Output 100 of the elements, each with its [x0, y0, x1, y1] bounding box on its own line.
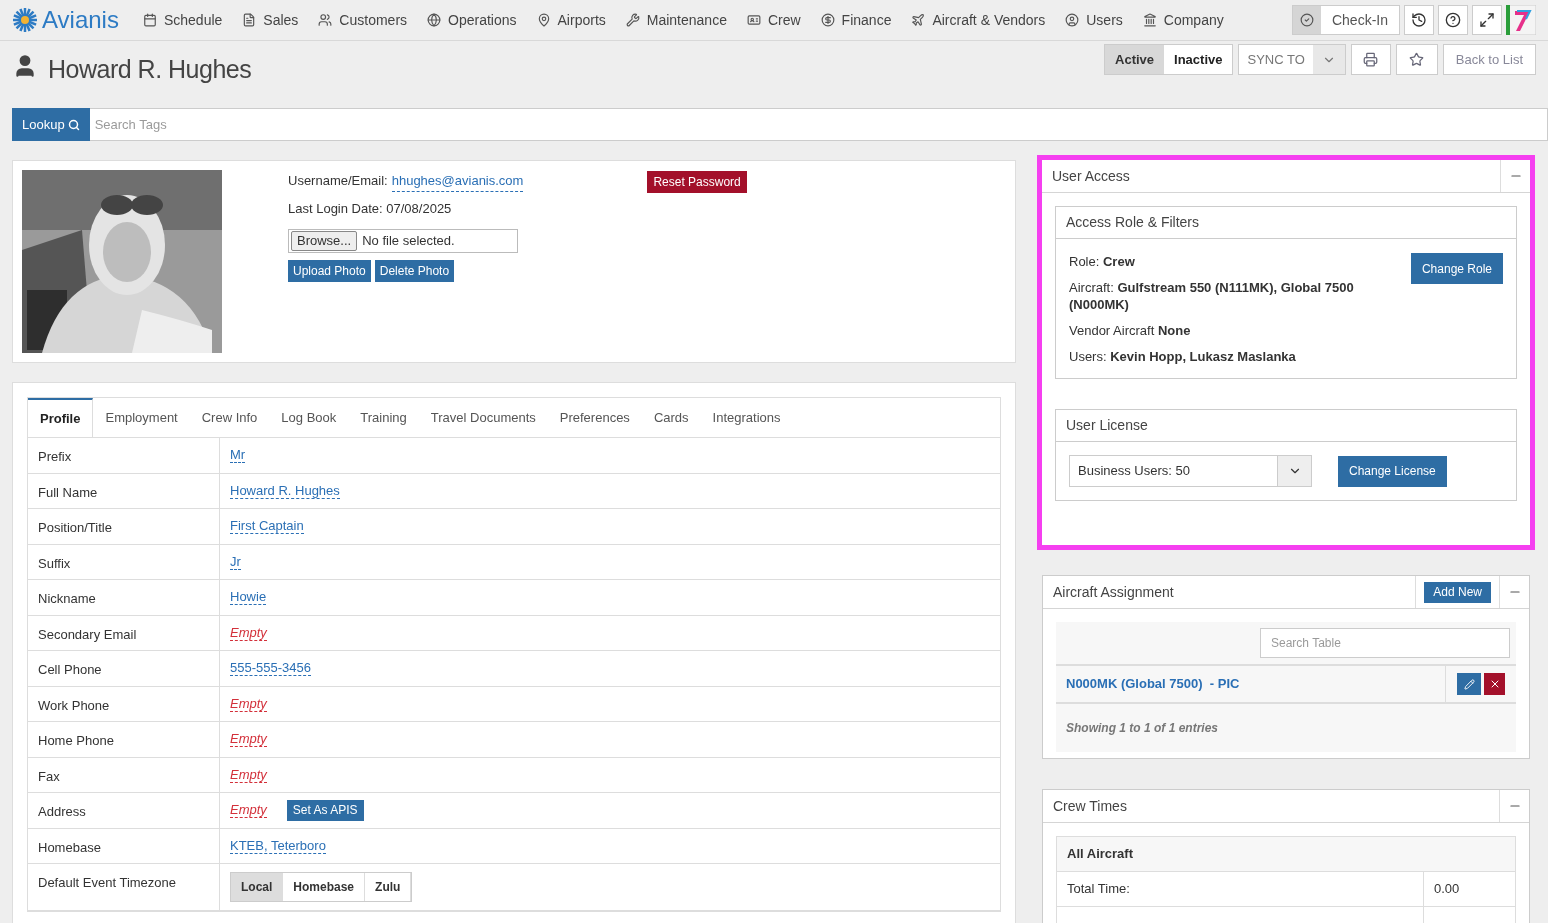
field-label: Nickname — [28, 580, 220, 615]
status-toggle[interactable]: Active — [1105, 45, 1165, 74]
field-value[interactable]: Howard R. Hughes — [230, 482, 340, 499]
nav-link[interactable]: Sales — [232, 9, 309, 31]
entries-count: Showing 1 to 1 of 1 entries — [1065, 720, 1220, 737]
tab[interactable]: Log Book — [269, 398, 349, 437]
field-label: Full Name — [28, 473, 220, 508]
history-button[interactable] — [1404, 5, 1434, 35]
user-icon — [1065, 13, 1080, 27]
search-tags-field[interactable]: Search Tags — [89, 108, 1548, 141]
app-logo-icon[interactable] — [1506, 5, 1536, 35]
sync-dropdown[interactable]: SYNC TO — [1238, 44, 1346, 75]
tab[interactable]: Profile — [28, 398, 94, 437]
field-value[interactable]: 555-555-3456 — [230, 660, 311, 677]
field-label: Cell Phone — [28, 651, 220, 686]
delete-button[interactable] — [1484, 673, 1505, 695]
fullscreen-button[interactable] — [1472, 5, 1502, 35]
tab[interactable]: Cards — [641, 398, 701, 437]
nav-link[interactable]: Users — [1055, 9, 1133, 31]
search-table-field[interactable]: Search Table — [1260, 628, 1510, 658]
nav-link[interactable]: Company — [1132, 9, 1234, 31]
check-icon — [1299, 13, 1314, 27]
field-label: Suffix — [28, 544, 220, 579]
access-detail: Users: Kevin Hopp, Lukasz Maslanka — [1069, 348, 1297, 365]
bank-icon — [1142, 13, 1157, 27]
panel-title: Crew Times — [1052, 796, 1128, 816]
back-button[interactable]: Back to List — [1442, 44, 1536, 75]
timezone-option[interactable]: Local — [231, 873, 284, 901]
assignment-link[interactable]: N000MK (Global 7500) - PIC — [1056, 666, 1445, 702]
access-detail: Aircraft: Gulfstream 550 (N111MK), Global 7500 (N000MK) — [1069, 279, 1355, 313]
nav-link[interactable]: Operations — [417, 9, 527, 31]
tab[interactable]: Training — [348, 398, 419, 437]
tab[interactable]: Travel Documents — [418, 398, 548, 437]
last-login-text: Last Login Date: 07/08/2025 — [288, 199, 453, 218]
star-icon — [1409, 52, 1425, 67]
history-icon — [1411, 12, 1427, 28]
globe-icon — [427, 13, 442, 27]
empty-value[interactable]: Empty — [230, 624, 267, 641]
help-button[interactable] — [1438, 5, 1468, 35]
empty-value[interactable]: Empty — [230, 766, 267, 783]
access-detail: Vendor Aircraft None — [1069, 322, 1192, 339]
people-icon — [318, 13, 333, 27]
lookup-button[interactable]: Lookup — [12, 108, 90, 141]
delete-photo-button[interactable]: Delete Photo — [374, 260, 455, 282]
field-value[interactable]: Howie — [230, 589, 267, 606]
empty-value[interactable]: Empty — [230, 695, 267, 712]
nav-link[interactable]: Customers — [308, 9, 418, 31]
group-title: All Aircraft — [1067, 845, 1133, 864]
tab[interactable]: Integrations — [700, 398, 793, 437]
favorite-button[interactable] — [1395, 44, 1438, 75]
printer-icon — [1363, 52, 1379, 67]
logo-icon — [12, 7, 38, 33]
file-input[interactable]: Browse... No file selected. — [288, 229, 518, 253]
email-link[interactable]: hhughes@avianis.com — [391, 171, 524, 192]
brand-name: Avianis — [42, 5, 119, 35]
nav-link[interactable]: Schedule — [132, 9, 233, 31]
change-license-button[interactable]: Change License — [1338, 455, 1447, 487]
field-value[interactable]: Jr — [230, 553, 241, 570]
time-label: Total Time: — [1057, 872, 1424, 906]
field-label: Homebase — [28, 828, 220, 863]
nav-link[interactable]: Aircraft & Vendors — [901, 9, 1056, 31]
field-label: Address — [28, 793, 220, 828]
field-label: Position/Title — [28, 509, 220, 544]
tab[interactable]: Preferences — [547, 398, 642, 437]
status-toggle[interactable]: Inactive — [1164, 45, 1233, 74]
set-as-apis-button[interactable]: Set As APIS — [286, 799, 364, 821]
wrench-icon — [625, 13, 640, 27]
edit-button[interactable] — [1457, 673, 1481, 695]
field-label: Prefix — [28, 438, 220, 473]
expand-icon — [1479, 12, 1495, 28]
dollar-icon — [820, 13, 835, 27]
nav-link[interactable]: Finance — [810, 9, 902, 31]
change-role-button[interactable]: Change Role — [1410, 253, 1503, 284]
nav-link[interactable]: Maintenance — [615, 9, 737, 31]
field-value[interactable]: Mr — [230, 447, 246, 464]
field-value[interactable]: KTEB, Teterboro — [230, 837, 326, 854]
field-value[interactable]: First Captain — [230, 518, 304, 535]
check-in-button[interactable]: Check-In — [1291, 5, 1400, 35]
time-value: 0.00 — [1433, 880, 1461, 899]
panel-title: Aircraft Assignment — [1052, 582, 1175, 602]
license-select[interactable]: Business Users: 50 — [1069, 455, 1312, 487]
empty-value[interactable]: Empty — [230, 802, 267, 819]
field-label: Work Phone — [28, 686, 220, 721]
search-icon — [67, 118, 80, 131]
reset-password-button[interactable]: Reset Password — [647, 171, 747, 193]
tab[interactable]: Employment — [93, 398, 190, 437]
plane-icon — [911, 13, 926, 27]
help-icon — [1445, 12, 1461, 28]
document-icon — [242, 13, 257, 27]
page-title: Howard R. Hughes — [48, 54, 252, 85]
print-button[interactable] — [1350, 44, 1391, 75]
nav-link[interactable]: Airports — [526, 9, 616, 31]
calendar-icon — [142, 13, 157, 27]
field-label: Secondary Email — [28, 615, 220, 650]
upload-photo-button[interactable]: Upload Photo — [288, 260, 371, 282]
tab[interactable]: Crew Info — [189, 398, 270, 437]
pin-icon — [536, 13, 551, 27]
empty-value[interactable]: Empty — [230, 731, 267, 748]
add-new-button[interactable]: Add New — [1424, 581, 1491, 603]
nav-link[interactable]: Crew — [736, 9, 811, 31]
